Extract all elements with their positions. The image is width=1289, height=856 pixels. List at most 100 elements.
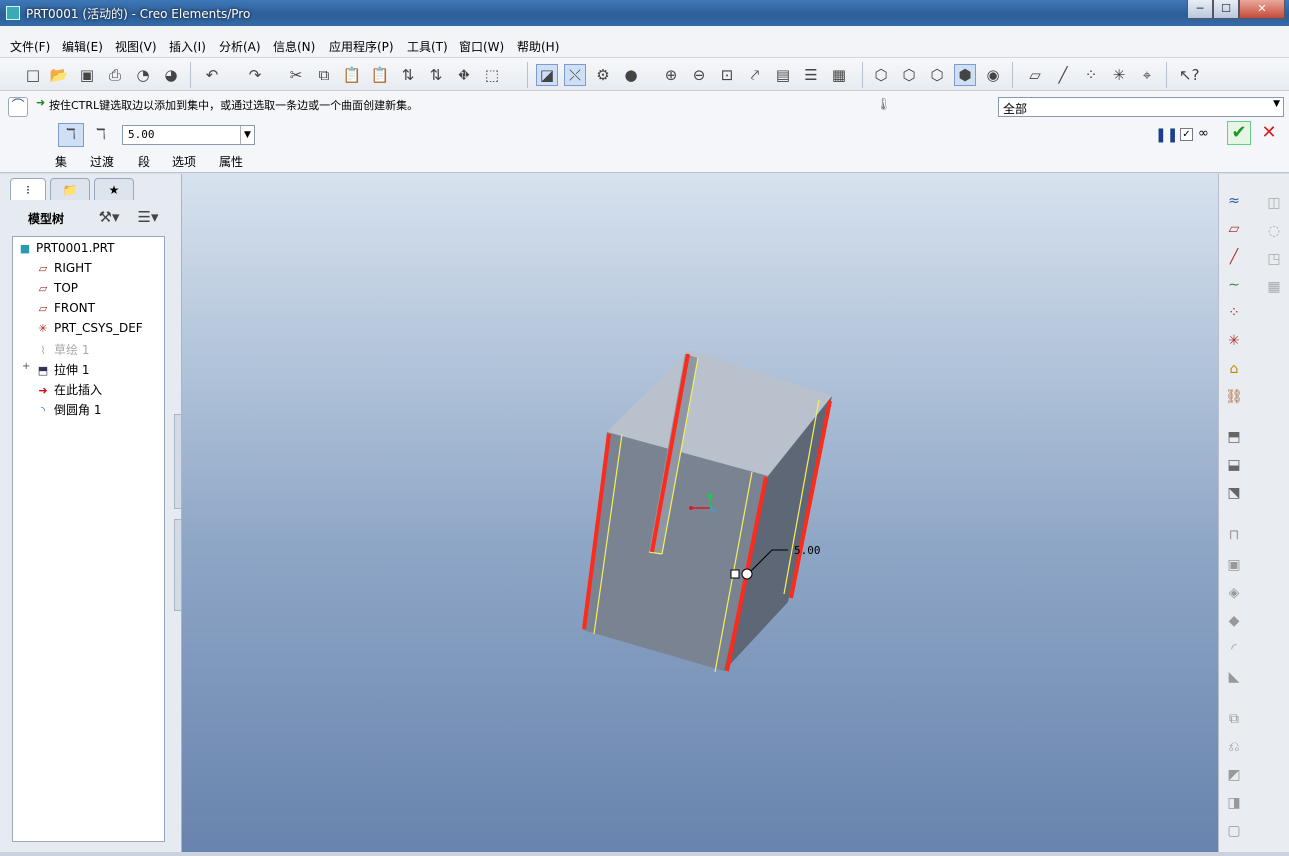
- graphics-viewport[interactable]: 5.00: [182, 174, 1218, 852]
- tree-settings-icon[interactable]: ⚒▾: [94, 206, 124, 228]
- refit-icon[interactable]: ⊡: [716, 64, 738, 86]
- tab-properties[interactable]: 属性: [219, 153, 243, 170]
- menu-edit[interactable]: 编辑(E): [62, 38, 103, 55]
- zoom-in-icon[interactable]: ⊕: [660, 64, 682, 86]
- find-icon[interactable]: ⛖: [453, 64, 475, 86]
- menu-insert[interactable]: 插入(I): [169, 38, 206, 55]
- annotation-display-icon[interactable]: ⌖: [1136, 64, 1158, 86]
- pause-icon[interactable]: ❚❚: [1155, 127, 1178, 143]
- zoom-out-icon[interactable]: ⊖: [688, 64, 710, 86]
- datum-axis-icon[interactable]: ╱: [1223, 246, 1245, 268]
- tab-options[interactable]: 选项: [172, 153, 196, 170]
- enhanced-realism-icon[interactable]: ◉: [982, 64, 1004, 86]
- tree-item[interactable]: ⌇ 草绘 1: [35, 341, 89, 359]
- expand-icon[interactable]: +: [22, 361, 30, 372]
- new-file-icon[interactable]: □: [22, 64, 44, 86]
- mirror-tool-icon[interactable]: ⎌: [1223, 736, 1245, 758]
- tree-item[interactable]: ▱ RIGHT: [35, 261, 92, 279]
- trim-tool-icon[interactable]: ◨: [1223, 792, 1245, 814]
- offset-tool-icon[interactable]: ▢: [1223, 820, 1245, 842]
- tree-item[interactable]: ▱ FRONT: [35, 301, 95, 319]
- layers-icon[interactable]: ☰: [800, 64, 822, 86]
- selection-box-icon[interactable]: ⬚: [481, 64, 503, 86]
- chain-icon[interactable]: ⛓: [1223, 386, 1245, 408]
- pattern-tool-icon[interactable]: ⧉: [1223, 708, 1245, 730]
- tree-item[interactable]: ▱ TOP: [35, 281, 78, 299]
- menu-tools[interactable]: 工具(T): [407, 38, 448, 55]
- tree-columns-icon[interactable]: ☰▾: [132, 206, 164, 228]
- datum-curve-sketch-icon[interactable]: ≈: [1223, 190, 1245, 212]
- appearance-icon[interactable]: ●: [620, 64, 642, 86]
- wireframe-icon[interactable]: ⬡: [870, 64, 892, 86]
- analysis-feature-icon[interactable]: ⌂: [1223, 358, 1245, 380]
- orient-mode-icon[interactable]: ⚙: [592, 64, 614, 86]
- hidden-line-icon[interactable]: ⬡: [898, 64, 920, 86]
- tree-item[interactable]: ✳ PRT_CSYS_DEF: [35, 321, 142, 339]
- constant-radius-icon[interactable]: ℸ: [58, 123, 84, 147]
- shell-tool-icon[interactable]: ▣: [1223, 554, 1245, 576]
- email-icon[interactable]: ◔: [132, 64, 154, 86]
- tab-pieces[interactable]: 段: [138, 153, 150, 170]
- panel-splitter[interactable]: [174, 414, 182, 509]
- model-tree-tab-icon[interactable]: ⁝: [10, 178, 46, 200]
- favorites-tab-icon[interactable]: ★: [94, 178, 134, 200]
- mirror-part-icon[interactable]: ◫: [1263, 192, 1285, 214]
- csys-display-icon[interactable]: ✳: [1108, 64, 1130, 86]
- save-icon[interactable]: ▣: [76, 64, 98, 86]
- menu-info[interactable]: 信息(N): [273, 38, 315, 55]
- extrude-tool-icon[interactable]: ⬒: [1223, 426, 1245, 448]
- folder-browser-tab-icon[interactable]: 📁: [50, 178, 90, 200]
- datum-point-icon[interactable]: ⁘: [1223, 302, 1245, 324]
- context-help-icon[interactable]: ↖?: [1178, 64, 1200, 86]
- no-hidden-icon[interactable]: ⬡: [926, 64, 948, 86]
- regenerate-icon[interactable]: ⇅: [397, 64, 419, 86]
- print-icon[interactable]: ⎙: [104, 64, 126, 86]
- datum-axis-display-icon[interactable]: ╱: [1052, 64, 1074, 86]
- datum-plane-display-icon[interactable]: ▱: [1024, 64, 1046, 86]
- datum-point-display-icon[interactable]: ⁘: [1080, 64, 1102, 86]
- open-file-icon[interactable]: 📂: [48, 64, 70, 86]
- view-manager-icon[interactable]: ▦: [828, 64, 850, 86]
- tree-item[interactable]: ■ PRT0001.PRT: [17, 241, 115, 259]
- grid-icon[interactable]: ▦: [1263, 276, 1285, 298]
- tree-item[interactable]: ➜ 在此插入: [35, 381, 102, 399]
- draft-tool-icon[interactable]: ◆: [1223, 610, 1245, 632]
- shading-icon[interactable]: ⬢: [954, 64, 976, 86]
- revolve-tool-icon[interactable]: ⬓: [1223, 454, 1245, 476]
- menu-view[interactable]: 视图(V): [115, 38, 157, 55]
- minimize-button[interactable]: ─: [1187, 0, 1213, 19]
- regen-manager-icon[interactable]: ⇅: [425, 64, 447, 86]
- redo-icon[interactable]: ↷: [244, 64, 266, 86]
- copy-icon[interactable]: ⧉: [313, 64, 335, 86]
- tree-item[interactable]: + ⬒ 拉伸 1: [22, 361, 89, 379]
- preview-checkbox[interactable]: ✓: [1180, 128, 1193, 141]
- tree-item[interactable]: ◝ 倒圆角 1: [35, 401, 102, 419]
- menu-file[interactable]: 文件(F): [10, 38, 50, 55]
- chamfer-tool-icon[interactable]: ◣: [1223, 666, 1245, 688]
- panel-splitter-2[interactable]: [174, 519, 182, 611]
- filter-select[interactable]: 全部 ▼: [998, 97, 1284, 117]
- maximize-button[interactable]: ☐: [1213, 0, 1239, 19]
- close-button[interactable]: ✕: [1239, 0, 1285, 19]
- tab-transitions[interactable]: 过渡: [90, 153, 114, 170]
- paste-icon[interactable]: 📋: [341, 64, 363, 86]
- radius-dropdown-icon[interactable]: ▼: [240, 126, 254, 144]
- undo-icon[interactable]: ↶: [201, 64, 223, 86]
- cancel-icon[interactable]: ✕: [1258, 121, 1280, 145]
- reorient-icon[interactable]: ⤤: [744, 64, 766, 86]
- round-tool-icon[interactable]: ◜: [1223, 638, 1245, 660]
- apply-icon[interactable]: ✔: [1227, 121, 1251, 145]
- dimension-label[interactable]: 5.00: [794, 544, 821, 557]
- datum-curve-icon[interactable]: ∼: [1223, 274, 1245, 296]
- hole-tool-icon[interactable]: ⊓: [1223, 524, 1245, 546]
- transform-icon[interactable]: ◳: [1263, 248, 1285, 270]
- radius-input[interactable]: 5.00 ▼: [122, 125, 255, 145]
- paste-special-icon[interactable]: 📋: [369, 64, 391, 86]
- menu-applications[interactable]: 应用程序(P): [329, 38, 394, 55]
- glasses-icon[interactable]: ∞: [1198, 126, 1222, 142]
- csys-tool-icon[interactable]: ✳: [1223, 330, 1245, 352]
- rib-tool-icon[interactable]: ◈: [1223, 582, 1245, 604]
- repaint-icon[interactable]: ◪: [536, 64, 558, 86]
- datum-plane-icon[interactable]: ▱: [1223, 218, 1245, 240]
- saved-views-icon[interactable]: ▤: [772, 64, 794, 86]
